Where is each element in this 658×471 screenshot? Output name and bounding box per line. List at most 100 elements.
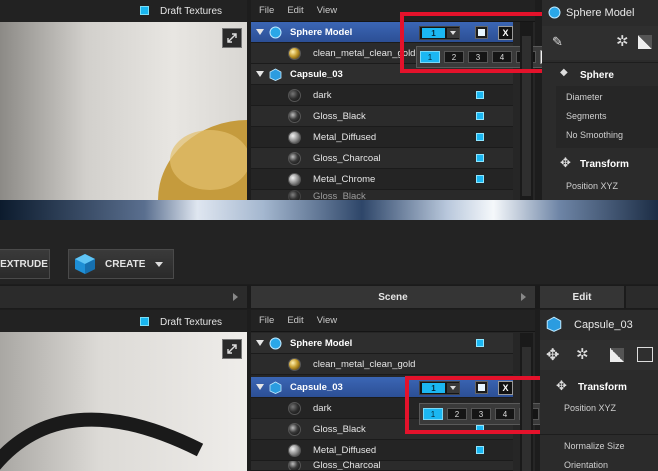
gear-icon[interactable]: ✲	[616, 32, 629, 50]
visibility-toggle[interactable]	[476, 154, 484, 162]
extrude-button[interactable]: EXTRUDE	[0, 249, 50, 279]
cube-icon	[269, 381, 282, 394]
ring-render	[0, 412, 204, 470]
maximize-viewport-button[interactable]	[222, 339, 242, 359]
edit-panel-bottom: Capsule_03 ✥ ✲ ✥ Transform Position XYZ …	[540, 310, 658, 471]
field-orientation: Orientation	[564, 460, 609, 470]
create-label: CREATE	[105, 258, 146, 270]
props-title: Sphere Model	[566, 7, 635, 19]
maximize-viewport-button[interactable]	[222, 28, 242, 48]
move-icon: ✥	[560, 155, 571, 170]
props-fields: Diameter Segments No Smoothing	[556, 86, 658, 148]
section-transform[interactable]: Transform	[580, 159, 629, 170]
object-label: Sphere Model	[290, 337, 353, 349]
visibility-toggle[interactable]	[476, 175, 484, 183]
material-ball-icon	[288, 151, 301, 165]
draft-textures-checkbox[interactable]	[140, 317, 149, 326]
visibility-toggle[interactable]	[476, 133, 484, 141]
field-position-xyz: Position XYZ	[566, 181, 619, 191]
expand-triangle-icon[interactable]	[256, 340, 264, 346]
tree-row-material[interactable]: dark	[251, 85, 513, 106]
material-ball-icon	[288, 109, 301, 123]
move-icon: ✥	[556, 378, 567, 393]
expand-icon	[227, 344, 237, 354]
material-label: dark	[313, 402, 332, 414]
tab-edit[interactable]: Edit	[540, 286, 624, 308]
viewport-top[interactable]: Draft Textures	[0, 0, 247, 200]
material-ball-icon	[288, 46, 301, 60]
material-ball-icon	[288, 422, 301, 436]
expand-triangle-icon[interactable]	[256, 29, 264, 35]
props-title: Capsule_03	[574, 319, 633, 331]
tree-row-material[interactable]: Metal_Chrome	[251, 169, 513, 190]
checker-icon[interactable]	[638, 35, 652, 49]
sphere-icon	[269, 26, 282, 38]
field-position-xyz: Position XYZ	[564, 403, 617, 413]
tree-row-material[interactable]: Gloss_Charcoal	[251, 148, 513, 169]
object-label: Sphere Model	[290, 26, 353, 38]
material-ball-icon	[288, 401, 301, 415]
arrow-right-icon[interactable]	[521, 293, 526, 301]
create-button[interactable]: CREATE	[68, 249, 174, 279]
chevron-down-icon[interactable]	[155, 261, 164, 267]
visibility-toggle[interactable]	[476, 91, 484, 99]
draft-textures-label: Draft Textures	[160, 6, 223, 17]
field-normalize-size: Normalize Size	[564, 441, 625, 451]
visibility-toggle[interactable]	[476, 446, 484, 454]
menu-file[interactable]: File	[259, 5, 274, 16]
tree-row-material[interactable]: clean_metal_clean_gold	[251, 354, 513, 375]
tab-strip: Scene Edit	[0, 285, 658, 309]
capsule-render	[158, 120, 247, 200]
visibility-toggle[interactable]	[476, 112, 484, 120]
move-icon[interactable]: ✥	[546, 345, 559, 365]
separator	[542, 62, 658, 63]
material-ball-icon	[288, 172, 301, 186]
cube-icon	[546, 316, 562, 332]
material-label: Gloss_Charcoal	[313, 152, 381, 164]
menu-edit[interactable]: Edit	[287, 5, 303, 16]
object-label: Capsule_03	[290, 381, 343, 393]
image-seam	[0, 200, 658, 220]
viewport-bottom[interactable]: Draft Textures	[0, 310, 247, 471]
material-ball-icon	[288, 443, 301, 457]
tree-row-material[interactable]: Metal_Diffused	[251, 440, 513, 461]
sphere-section-icon: ◆	[560, 67, 568, 78]
material-label: clean_metal_clean_gold	[313, 358, 416, 370]
field-diameter: Diameter	[566, 92, 603, 102]
gear-icon[interactable]: ✲	[576, 345, 589, 363]
tree-row-material[interactable]: Gloss_Black	[251, 106, 513, 127]
tab-scene[interactable]: Scene	[251, 286, 535, 308]
material-label: Metal_Diffused	[313, 131, 377, 143]
object-label: Capsule_03	[290, 68, 343, 80]
menu-view[interactable]: View	[317, 315, 337, 326]
arrow-right-icon[interactable]	[233, 293, 238, 301]
draft-textures-checkbox[interactable]	[140, 6, 149, 15]
expand-triangle-icon[interactable]	[256, 384, 264, 390]
wrench-icon[interactable]: ✎	[552, 34, 563, 50]
visibility-toggle[interactable]	[476, 339, 484, 347]
section-sphere[interactable]: Sphere	[580, 70, 614, 81]
expand-triangle-icon[interactable]	[256, 71, 264, 77]
tree-row-sphere-model[interactable]: Sphere Model	[251, 333, 513, 354]
expand-icon	[227, 33, 237, 43]
tree-row-material[interactable]: Metal_Diffused	[251, 127, 513, 148]
field-segments: Segments	[566, 111, 607, 121]
tree-row-material[interactable]: Gloss_Charcoal	[251, 461, 513, 471]
menu-edit[interactable]: Edit	[287, 315, 303, 326]
extrude-label: EXTRUDE	[0, 258, 48, 270]
menu-view[interactable]: View	[317, 5, 337, 16]
material-ball-icon	[288, 461, 301, 470]
tab-edit-label: Edit	[572, 291, 592, 303]
cube-icon	[75, 254, 95, 274]
props-tool-row: ✥ ✲	[540, 340, 658, 370]
layout-icon[interactable]	[637, 347, 653, 362]
scene-menubar: File Edit View	[251, 310, 535, 332]
tab-extra[interactable]	[626, 286, 658, 308]
material-label: dark	[313, 89, 332, 101]
material-ball-icon	[288, 130, 301, 144]
menu-file[interactable]: File	[259, 315, 274, 326]
section-transform[interactable]: Transform	[578, 382, 627, 393]
viewport-tab[interactable]	[0, 286, 247, 308]
edit-panel-top: Sphere Model ✎ ✲ ◆ Sphere Diameter Segme…	[542, 0, 658, 203]
checker-icon[interactable]	[610, 348, 624, 362]
